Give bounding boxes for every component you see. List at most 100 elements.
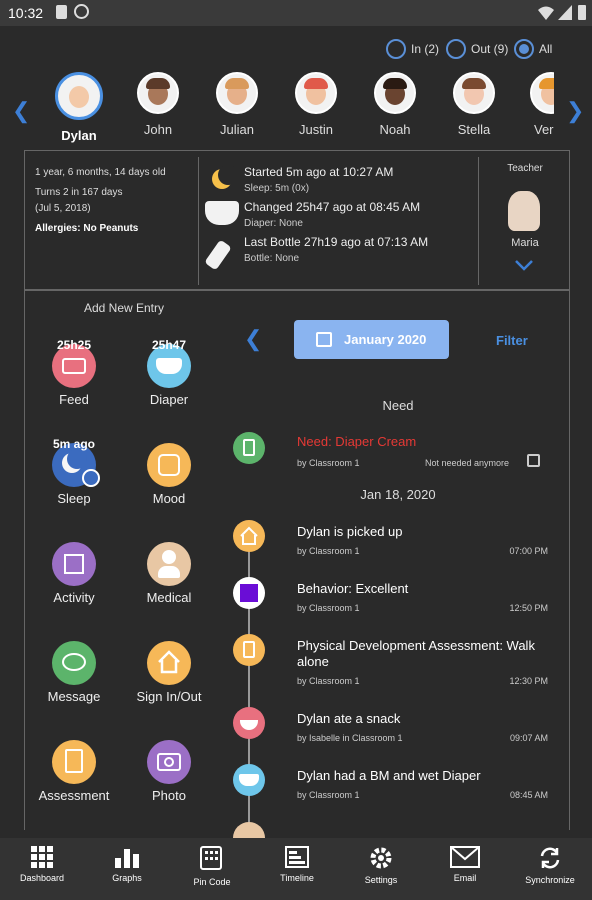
teacher-name: Maria [511, 237, 539, 249]
avatar [530, 72, 554, 114]
prev-month-arrow[interactable]: ❮ [244, 326, 262, 352]
child-stella[interactable]: Stella [439, 72, 509, 137]
activity-icon [52, 542, 96, 586]
add-entry-title: Add New Entry [83, 301, 165, 315]
radio-out-ring [446, 39, 466, 59]
bottom-nav: Dashboard Graphs Pin Code Timeline Setti… [0, 838, 592, 900]
teacher-avatar [508, 191, 540, 231]
nav-synchronize[interactable]: Synchronize [513, 846, 587, 885]
child-partial[interactable]: Ver [508, 72, 554, 137]
nav-dashboard[interactable]: Dashboard [5, 846, 79, 883]
gear-icon [370, 847, 392, 869]
radio-all-ring [514, 39, 534, 59]
grid-icon [31, 846, 53, 868]
mood-icon [147, 443, 191, 487]
feed-entry-button[interactable]: 25h25 Feed [29, 338, 119, 407]
timeline-item[interactable]: Dylan had a BM and wet Diaper by Classro… [233, 764, 558, 814]
timer-icon [82, 469, 100, 487]
calendar-icon [316, 332, 332, 347]
not-needed-label: Not needed anymore [425, 458, 510, 468]
timeline-item[interactable]: Dylan ate a snack by Isabelle in Classro… [233, 707, 558, 757]
mood-entry-button[interactable]: Mood [124, 443, 214, 506]
app-content: In (2) Out (9) All ❮ ❯ Dylan John Julian… [0, 26, 592, 838]
avatar [55, 72, 103, 120]
status-time: 10:32 [8, 5, 44, 21]
behavior-icon [233, 577, 265, 609]
sync-icon [540, 847, 560, 869]
carousel-next-arrow[interactable]: ❯ [566, 98, 584, 124]
filter-link[interactable]: Filter [496, 333, 528, 348]
photo-entry-button[interactable]: Photo [124, 740, 214, 803]
avatar [374, 72, 416, 114]
envelope-icon [450, 846, 480, 868]
filter-all-radio[interactable]: All [514, 39, 552, 59]
feed-badge: 25h25 [56, 338, 92, 352]
sd-card-icon [56, 5, 67, 19]
timeline-item[interactable]: Dylan is picked up by Classroom 1 07:00 … [233, 520, 558, 570]
need-header: Need [382, 398, 414, 413]
camera-icon [147, 740, 191, 784]
house-icon [233, 520, 265, 552]
timeline-icon [285, 846, 309, 868]
activity-entry-button[interactable]: Activity [29, 542, 119, 605]
bottle-status: Last Bottle 27h19 ago at 07:13 AM [244, 235, 429, 249]
diaper-icon [233, 764, 265, 796]
signal-icon [558, 5, 572, 20]
month-picker-button[interactable]: January 2020 [294, 320, 449, 359]
avatar [216, 72, 258, 114]
avatar [453, 72, 495, 114]
clipboard-icon [233, 634, 265, 666]
medical-icon [147, 542, 191, 586]
bottle-detail: Bottle: None [244, 253, 300, 264]
need-title: Need: Diaper Cream [297, 434, 417, 449]
nav-email[interactable]: Email [428, 846, 502, 883]
child-john[interactable]: John [123, 72, 193, 137]
nav-pin-code[interactable]: Pin Code [175, 846, 249, 887]
child-allergies: Allergies: No Peanuts [35, 223, 139, 234]
medical-entry-button[interactable]: Medical [124, 542, 214, 605]
child-julian[interactable]: Julian [202, 72, 272, 137]
timeline-item[interactable]: Physical Development Assessment: Walk al… [233, 634, 558, 704]
wifi-icon [538, 6, 554, 20]
house-icon [147, 641, 191, 685]
assessment-entry-button[interactable]: Assessment [29, 740, 119, 803]
divider [198, 157, 199, 285]
bowl-icon [233, 707, 265, 739]
teacher-label: Teacher [507, 163, 543, 174]
moon-icon [206, 165, 240, 193]
child-detail-panel: 1 year, 6 months, 14 days old Turns 2 in… [24, 150, 570, 290]
radio-in-ring [386, 39, 406, 59]
nav-graphs[interactable]: Graphs [90, 846, 164, 883]
date-header: Jan 18, 2020 [360, 487, 436, 502]
clipboard-icon [52, 740, 96, 784]
bar-chart-icon [115, 849, 139, 868]
keypad-icon [200, 846, 222, 870]
chevron-down-icon[interactable] [514, 259, 534, 271]
avatar [295, 72, 337, 114]
sync-status-icon [74, 4, 89, 19]
child-noah[interactable]: Noah [360, 72, 430, 137]
message-entry-button[interactable]: Message [29, 641, 119, 704]
child-age: 1 year, 6 months, 14 days old [35, 167, 166, 178]
filter-out-radio[interactable]: Out (9) [446, 39, 508, 59]
divider [478, 157, 479, 285]
sleep-badge: 5m ago [52, 437, 95, 451]
sleep-entry-button[interactable]: 5m ago Sleep [29, 437, 119, 506]
carousel-prev-arrow[interactable]: ❮ [12, 98, 30, 124]
timeline-item[interactable]: Behavior: Excellent by Classroom 1 12:50… [233, 577, 558, 627]
message-icon [52, 641, 96, 685]
need-icon [233, 432, 265, 464]
need-by: by Classroom 1 [297, 458, 360, 468]
diaper-icon [205, 201, 239, 225]
status-bar: 10:32 [0, 0, 592, 26]
child-justin[interactable]: Justin [281, 72, 351, 137]
filter-in-radio[interactable]: In (2) [386, 39, 439, 59]
not-needed-checkbox[interactable] [527, 454, 540, 467]
month-label: January 2020 [344, 332, 427, 347]
diaper-entry-button[interactable]: 25h47 Diaper [124, 338, 214, 407]
child-dylan[interactable]: Dylan [44, 72, 114, 143]
diaper-badge: 25h47 [151, 338, 187, 352]
nav-timeline[interactable]: Timeline [260, 846, 334, 883]
nav-settings[interactable]: Settings [344, 846, 418, 885]
sign-in-out-entry-button[interactable]: Sign In/Out [124, 641, 214, 704]
